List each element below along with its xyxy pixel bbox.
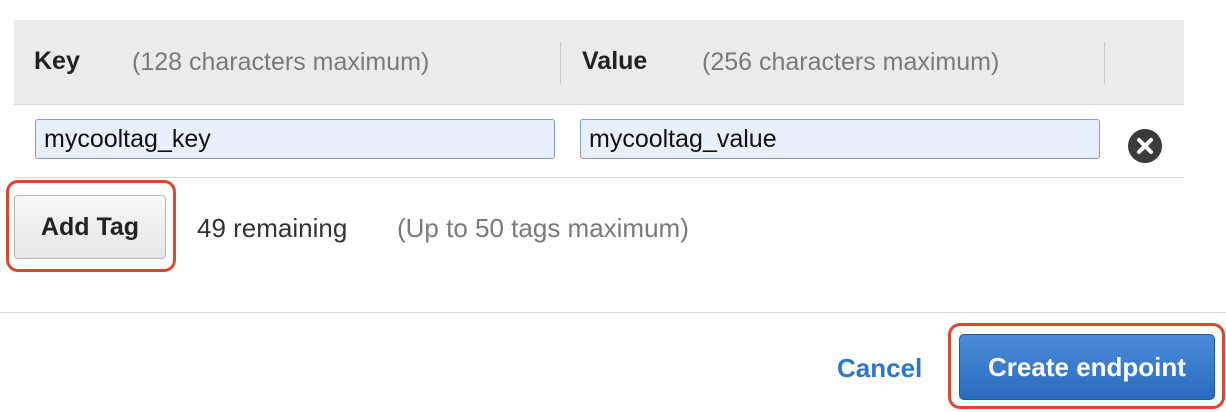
cancel-button[interactable]: Cancel (837, 353, 922, 384)
tags-remaining-count: 49 remaining (197, 213, 348, 243)
key-column-header: Key (34, 47, 80, 75)
footer-divider (0, 312, 1226, 313)
tag-row (14, 105, 1184, 178)
tags-maximum-note: (Up to 50 tags maximum) (397, 213, 689, 243)
create-endpoint-button[interactable]: Create endpoint (959, 334, 1215, 400)
tags-form-page: Key (128 characters maximum) Value (256 … (0, 0, 1226, 412)
close-circle-icon (1137, 138, 1153, 154)
add-tag-button[interactable]: Add Tag (14, 195, 166, 259)
tag-key-input[interactable] (35, 119, 555, 159)
value-length-hint: (256 characters maximum) (702, 48, 1000, 76)
column-divider (560, 42, 561, 84)
value-column-header: Value (582, 47, 648, 75)
key-length-hint: (128 characters maximum) (132, 48, 430, 76)
tags-table-header: Key (128 characters maximum) Value (256 … (14, 20, 1184, 105)
remove-tag-icon[interactable] (1128, 129, 1162, 163)
column-divider (1104, 42, 1105, 84)
tag-value-input[interactable] (580, 119, 1100, 159)
